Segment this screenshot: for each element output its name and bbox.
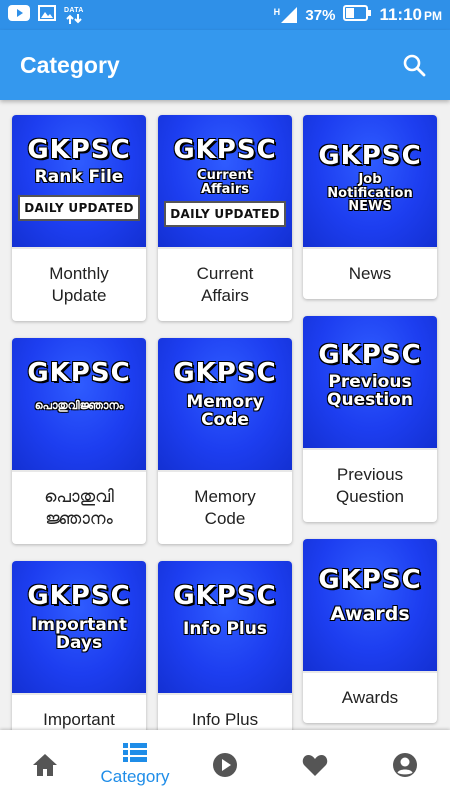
thumb-subtitle: Awards bbox=[330, 603, 410, 625]
youtube-notification-icon bbox=[8, 4, 30, 26]
card-thumbnail: GKPSC പൊതുവിജ്ഞാനം bbox=[12, 338, 146, 472]
brand-text: GKPSC bbox=[27, 135, 131, 165]
brand-text: GKPSC bbox=[27, 581, 131, 611]
card-label: Current Affairs bbox=[196, 263, 254, 305]
brand-text: GKPSC bbox=[27, 358, 131, 388]
search-icon bbox=[403, 54, 426, 77]
nav-category[interactable]: Category bbox=[90, 730, 180, 800]
brand-text: GKPSC bbox=[318, 141, 422, 171]
thumb-subtitle: Rank File bbox=[34, 167, 124, 187]
card-thumbnail: GKPSC Previous Question bbox=[303, 316, 437, 450]
category-grid: GKPSC Rank File DAILY UPDATED Monthly Up… bbox=[0, 100, 450, 730]
search-button[interactable] bbox=[398, 49, 430, 81]
category-card-news[interactable]: GKPSC Job Notification NEWS News bbox=[303, 115, 437, 299]
card-thumbnail: GKPSC Awards bbox=[303, 539, 437, 673]
home-icon bbox=[33, 754, 57, 776]
card-thumbnail: GKPSC Rank File DAILY UPDATED bbox=[12, 115, 146, 249]
card-label: Memory Code bbox=[194, 486, 256, 528]
thumb-subtitle: Previous Question bbox=[327, 372, 413, 410]
card-label: Important bbox=[43, 710, 115, 729]
card-thumbnail: GKPSC Current Affairs DAILY UPDATED bbox=[158, 115, 292, 249]
card-label: Previous Question bbox=[335, 464, 405, 506]
bottom-navigation: Category bbox=[0, 730, 450, 800]
brand-text: GKPSC bbox=[173, 358, 277, 388]
card-label: പൊതുവി ജ്ഞാനം bbox=[44, 486, 114, 528]
nav-home[interactable] bbox=[0, 730, 90, 800]
status-bar: DATA H 37% 11:10 PM bbox=[0, 0, 450, 30]
category-card-monthly-update[interactable]: GKPSC Rank File DAILY UPDATED Monthly Up… bbox=[12, 115, 146, 321]
app-bar: Category bbox=[0, 30, 450, 100]
card-label: Awards bbox=[341, 687, 399, 707]
card-label: News bbox=[348, 263, 392, 283]
thumb-subtitle: Memory Code bbox=[186, 392, 264, 430]
thumb-subtitle: Job Notification NEWS bbox=[327, 172, 413, 215]
category-card-info-plus[interactable]: GKPSC Info Plus Info Plus bbox=[158, 561, 292, 730]
clock: 11:10 PM bbox=[379, 5, 442, 24]
category-card-current-affairs[interactable]: GKPSC Current Affairs DAILY UPDATED Curr… bbox=[158, 115, 292, 321]
list-icon bbox=[123, 743, 147, 762]
card-label: Info Plus bbox=[191, 710, 259, 729]
account-icon bbox=[393, 753, 417, 777]
brand-text: GKPSC bbox=[173, 581, 277, 611]
card-thumbnail: GKPSC Memory Code bbox=[158, 338, 292, 472]
daily-updated-badge: DAILY UPDATED bbox=[18, 194, 140, 221]
category-card-important-days[interactable]: GKPSC Important Days Important bbox=[12, 561, 146, 730]
battery-icon bbox=[343, 4, 372, 26]
heart-icon bbox=[302, 755, 328, 776]
data-indicator: DATA bbox=[64, 7, 84, 24]
category-card-memory-code[interactable]: GKPSC Memory Code Memory Code bbox=[158, 338, 292, 544]
card-thumbnail: GKPSC Important Days bbox=[12, 561, 146, 695]
thumb-subtitle: Current Affairs bbox=[197, 168, 253, 197]
gallery-notification-icon bbox=[38, 4, 56, 26]
page-title: Category bbox=[20, 51, 120, 78]
nav-video[interactable] bbox=[180, 730, 270, 800]
category-card-previous-question[interactable]: GKPSC Previous Question Previous Questio… bbox=[303, 316, 437, 522]
card-label: Monthly Update bbox=[49, 263, 109, 305]
brand-text: GKPSC bbox=[173, 135, 277, 165]
card-thumbnail: GKPSC Job Notification NEWS bbox=[303, 115, 437, 249]
category-card-general-knowledge[interactable]: GKPSC പൊതുവിജ്ഞാനം പൊതുവി ജ്ഞാനം bbox=[12, 338, 146, 544]
thumb-subtitle: Important Days bbox=[30, 615, 128, 653]
card-thumbnail: GKPSC Info Plus bbox=[158, 561, 292, 695]
signal-icon: H bbox=[274, 7, 298, 23]
thumb-subtitle: Info Plus bbox=[183, 619, 267, 639]
brand-text: GKPSC bbox=[318, 340, 422, 370]
battery-percent: 37% bbox=[305, 6, 336, 24]
brand-text: GKPSC bbox=[318, 565, 422, 595]
daily-updated-badge: DAILY UPDATED bbox=[164, 201, 286, 228]
thumb-subtitle: പൊതുവിജ്ഞാനം bbox=[34, 399, 124, 412]
category-card-awards[interactable]: GKPSC Awards Awards bbox=[303, 539, 437, 723]
nav-category-label: Category bbox=[100, 767, 170, 786]
nav-account[interactable] bbox=[360, 730, 450, 800]
play-icon bbox=[213, 753, 237, 777]
nav-favorites[interactable] bbox=[270, 730, 360, 800]
